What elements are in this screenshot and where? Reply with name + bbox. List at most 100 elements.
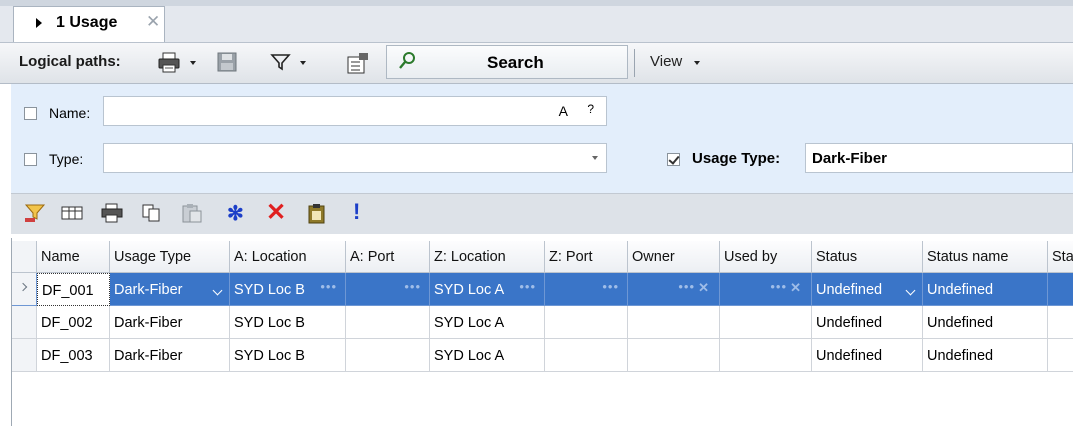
cell-a-port[interactable] xyxy=(346,339,430,372)
column-header-name[interactable]: Name xyxy=(37,241,110,273)
column-header-usage-type[interactable]: Usage Type xyxy=(110,241,230,273)
cell-status[interactable]: Undefined xyxy=(812,339,923,372)
name-input[interactable]: A ? xyxy=(103,96,607,126)
view-menu[interactable]: View xyxy=(650,53,682,70)
cell-usage-type[interactable]: Dark-Fiber xyxy=(110,306,230,339)
column-header-sta[interactable]: Sta xyxy=(1048,241,1073,273)
cell-owner[interactable]: ••• ✕ xyxy=(628,273,720,306)
column-header-z-location[interactable]: Z: Location xyxy=(430,241,545,273)
ellipsis-icon[interactable]: ••• xyxy=(770,279,787,294)
chevron-down-icon[interactable] xyxy=(905,285,916,296)
cell-z-port[interactable] xyxy=(545,339,628,372)
cell-a-port[interactable]: ••• xyxy=(346,273,430,306)
type-label: Type: xyxy=(49,151,84,167)
grid-action-bar: ✻ ✕ ! xyxy=(11,193,1073,234)
clipboard-icon[interactable] xyxy=(306,203,328,228)
clear-icon[interactable]: ✕ xyxy=(790,280,801,296)
column-header-a-port[interactable]: A: Port xyxy=(346,241,430,273)
cell-usage-type[interactable]: Dark-Fiber xyxy=(110,273,230,306)
row-indicator-header xyxy=(12,241,37,273)
cell-status-name[interactable]: Undefined xyxy=(923,306,1048,339)
filter-icon[interactable] xyxy=(270,52,292,72)
chevron-right-icon xyxy=(18,282,28,292)
name-checkbox[interactable] xyxy=(24,107,37,120)
filter-dropdown-icon[interactable] xyxy=(300,61,306,65)
tab-expand-icon[interactable] xyxy=(36,18,42,28)
row-indicator[interactable] xyxy=(12,306,37,339)
search-label: Search xyxy=(487,53,544,72)
paste-icon[interactable] xyxy=(181,203,203,226)
usage-type-checkbox[interactable] xyxy=(667,153,680,166)
close-icon[interactable]: ✕ xyxy=(146,12,160,32)
cell-usage-type-value: Dark-Fiber xyxy=(114,282,183,298)
chevron-down-icon[interactable] xyxy=(592,156,598,160)
view-dropdown-icon[interactable] xyxy=(694,61,700,65)
cell-sta[interactable] xyxy=(1048,273,1073,306)
cell-status-name[interactable]: Undefined xyxy=(923,339,1048,372)
ellipsis-icon[interactable]: ••• xyxy=(320,279,337,294)
toolbar-separator xyxy=(634,49,635,77)
cell-owner[interactable] xyxy=(628,339,720,372)
cell-a-location[interactable]: SYD Loc B xyxy=(230,306,346,339)
cell-used-by[interactable] xyxy=(720,339,812,372)
copy-icon[interactable] xyxy=(141,203,163,226)
tab-label: 1 Usage xyxy=(56,14,118,31)
row-indicator[interactable] xyxy=(12,273,37,306)
properties-icon[interactable] xyxy=(347,52,369,74)
ellipsis-icon[interactable]: ••• xyxy=(404,279,421,294)
column-chooser-icon[interactable] xyxy=(61,203,83,226)
usage-type-field[interactable]: Dark-Fiber xyxy=(805,143,1073,173)
save-icon[interactable] xyxy=(217,52,237,72)
table-row[interactable]: DF_003 Dark-Fiber SYD Loc B SYD Loc A Un… xyxy=(12,339,1073,372)
delete-icon[interactable]: ✕ xyxy=(266,198,286,227)
cell-status[interactable]: Undefined xyxy=(812,306,923,339)
ellipsis-icon[interactable]: ••• xyxy=(678,279,695,294)
cell-z-port[interactable]: ••• xyxy=(545,273,628,306)
case-sensitive-toggle[interactable]: A xyxy=(559,103,568,119)
column-header-owner[interactable]: Owner xyxy=(628,241,720,273)
ellipsis-icon[interactable]: ••• xyxy=(519,279,536,294)
column-header-a-location[interactable]: A: Location xyxy=(230,241,346,273)
type-checkbox[interactable] xyxy=(24,153,37,166)
cell-z-location[interactable]: SYD Loc A xyxy=(430,339,545,372)
cell-status[interactable]: Undefined xyxy=(812,273,923,306)
cell-used-by[interactable] xyxy=(720,306,812,339)
search-button[interactable]: Search xyxy=(386,45,628,79)
cell-name[interactable]: DF_001 xyxy=(37,273,110,306)
column-header-used-by[interactable]: Used by xyxy=(720,241,812,273)
cell-name[interactable]: DF_003 xyxy=(37,339,110,372)
cell-sta[interactable] xyxy=(1048,339,1073,372)
alert-icon[interactable]: ! xyxy=(353,199,360,225)
table-row[interactable]: DF_002 Dark-Fiber SYD Loc B SYD Loc A Un… xyxy=(12,306,1073,339)
filter-edit-icon[interactable] xyxy=(24,203,46,226)
cell-name[interactable]: DF_002 xyxy=(37,306,110,339)
cell-z-location[interactable]: SYD Loc A ••• xyxy=(430,273,545,306)
data-grid: Name Usage Type A: Location A: Port Z: L… xyxy=(11,238,1073,426)
print-icon[interactable] xyxy=(158,52,184,73)
clear-icon[interactable]: ✕ xyxy=(698,280,709,296)
chevron-down-icon[interactable] xyxy=(212,285,223,296)
ellipsis-icon[interactable]: ••• xyxy=(602,279,619,294)
cell-a-location-value: SYD Loc B xyxy=(234,282,305,298)
row-indicator[interactable] xyxy=(12,339,37,372)
column-header-status-name[interactable]: Status name xyxy=(923,241,1048,273)
print-dropdown-icon[interactable] xyxy=(190,61,196,65)
cell-status-name[interactable]: Undefined xyxy=(923,273,1048,306)
column-header-status[interactable]: Status xyxy=(812,241,923,273)
cell-a-location[interactable]: SYD Loc B xyxy=(230,339,346,372)
print-icon[interactable] xyxy=(101,203,125,226)
column-header-z-port[interactable]: Z: Port xyxy=(545,241,628,273)
tab-usage[interactable]: 1 Usage ✕ xyxy=(13,6,165,42)
cell-a-location[interactable]: SYD Loc B ••• xyxy=(230,273,346,306)
cell-z-port[interactable] xyxy=(545,306,628,339)
cell-owner[interactable] xyxy=(628,306,720,339)
cell-a-port[interactable] xyxy=(346,306,430,339)
wildcard-help-button[interactable]: ? xyxy=(587,102,594,116)
cell-usage-type[interactable]: Dark-Fiber xyxy=(110,339,230,372)
table-row[interactable]: DF_001 Dark-Fiber SYD Loc B ••• ••• SYD L… xyxy=(12,273,1073,306)
cell-sta[interactable] xyxy=(1048,306,1073,339)
cell-z-location[interactable]: SYD Loc A xyxy=(430,306,545,339)
new-icon[interactable]: ✻ xyxy=(227,201,244,226)
type-select[interactable] xyxy=(103,143,607,173)
cell-used-by[interactable]: ••• ✕ xyxy=(720,273,812,306)
